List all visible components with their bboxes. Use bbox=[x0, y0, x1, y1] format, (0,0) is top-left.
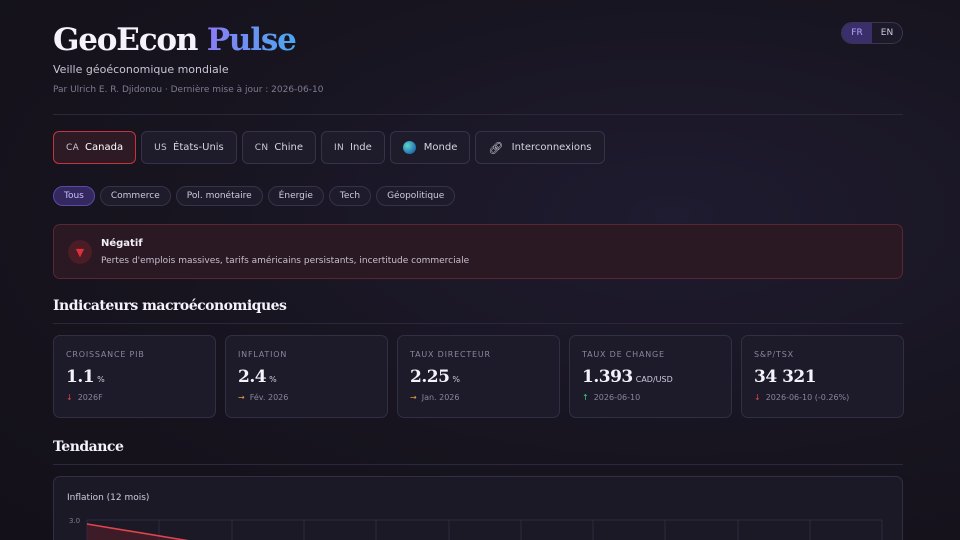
brand-logo: GeoEcon Pulse bbox=[53, 22, 297, 58]
kpi-card-taux-directeur: TAUX DIRECTEUR 2.25% → Jan. 2026 bbox=[397, 335, 560, 418]
lang-en-button[interactable]: EN bbox=[872, 23, 902, 43]
sentiment-banner: ▼ Négatif Pertes d'emplois massives, tar… bbox=[53, 224, 903, 279]
chart-grid bbox=[86, 519, 883, 540]
filter-tech[interactable]: Tech bbox=[328, 186, 372, 206]
kpi-note: 2026-06-10 bbox=[593, 393, 641, 402]
kpi-value: 1.393 bbox=[582, 367, 633, 387]
divider bbox=[53, 323, 903, 324]
link-icon: 🔗︎ bbox=[488, 140, 504, 155]
kpi-card-sp-tsx: S&P/TSX 34 321 ↓ 2026-06-10 (-0.26%) bbox=[741, 335, 904, 418]
byline: Par Ulrich E. R. Djidonou · Dernière mis… bbox=[53, 85, 324, 95]
kpi-note: Fév. 2026 bbox=[249, 393, 289, 402]
tab-inde[interactable]: IN Inde bbox=[321, 131, 385, 164]
triangle-down-icon: ▼ bbox=[68, 240, 92, 264]
inflation-chart: 3.0 bbox=[69, 517, 883, 540]
flag-ca-icon: CA bbox=[66, 142, 80, 153]
filter-geopolitique[interactable]: Géopolitique bbox=[376, 186, 456, 206]
kpi-card-taux-de-change: TAUX DE CHANGE 1.393 CAD/USD ↑ 2026-06-10 bbox=[569, 335, 732, 418]
tab-etats-unis[interactable]: US États-Unis bbox=[141, 131, 237, 164]
tab-label: Inde bbox=[350, 142, 372, 153]
arrow-down-icon: ↓ bbox=[754, 393, 761, 402]
brand-accent: Pulse bbox=[206, 22, 297, 58]
filter-commerce[interactable]: Commerce bbox=[99, 186, 171, 206]
tab-interconnexions[interactable]: 🔗︎ Interconnexions bbox=[475, 131, 605, 164]
kpi-unit: % bbox=[452, 375, 461, 384]
tagline: Veille géoéconomique mondiale bbox=[53, 63, 229, 76]
kpi-value: 34 321 bbox=[754, 367, 817, 387]
kpi-unit: % bbox=[269, 375, 277, 384]
kpi-value: 2.25 bbox=[410, 367, 450, 387]
kpi-label: TAUX DIRECTEUR bbox=[410, 350, 491, 359]
category-filters: Tous Commerce Pol. monétaire Énergie Tec… bbox=[53, 186, 456, 206]
tab-label: Canada bbox=[85, 142, 124, 153]
flag-us-icon: US bbox=[154, 142, 168, 153]
kpi-note: 2026-06-10 (-0.26%) bbox=[765, 393, 850, 402]
arrow-right-icon: → bbox=[410, 393, 417, 402]
tab-label: Chine bbox=[274, 142, 303, 153]
filter-tous[interactable]: Tous bbox=[53, 186, 95, 206]
section-title-macro: Indicateurs macroéconomiques bbox=[53, 298, 287, 314]
sentiment-title: Négatif bbox=[101, 238, 143, 249]
kpi-value: 2.4 bbox=[238, 367, 267, 387]
filter-energie[interactable]: Énergie bbox=[267, 186, 324, 206]
brand-main: GeoEcon bbox=[53, 22, 198, 58]
tab-monde[interactable]: Monde bbox=[389, 131, 471, 164]
globe-icon bbox=[402, 141, 416, 154]
arrow-right-icon: → bbox=[238, 393, 245, 402]
kpi-note: Jan. 2026 bbox=[421, 393, 460, 402]
section-title-trend: Tendance bbox=[53, 439, 124, 455]
kpi-value: 1.1 bbox=[66, 367, 95, 387]
kpi-label: CROISSANCE PIB bbox=[66, 350, 145, 359]
arrow-up-icon: ↑ bbox=[582, 393, 589, 402]
filter-pol-monetaire[interactable]: Pol. monétaire bbox=[175, 186, 263, 206]
country-tabs: CA Canada US États-Unis CN Chine IN Inde… bbox=[53, 131, 605, 164]
arrow-down-icon: ↓ bbox=[66, 393, 73, 402]
tab-chine[interactable]: CN Chine bbox=[241, 131, 316, 164]
tab-label: États-Unis bbox=[173, 142, 224, 153]
kpi-unit: CAD/USD bbox=[635, 375, 673, 384]
inflation-chart-card: Inflation (12 mois) 3.0 bbox=[53, 476, 903, 540]
tab-label: Interconnexions bbox=[511, 142, 592, 153]
kpi-card-inflation: INFLATION 2.4% → Fév. 2026 bbox=[225, 335, 388, 418]
kpi-unit: % bbox=[97, 375, 105, 384]
kpi-card-croissance-pib: CROISSANCE PIB 1.1% ↓ 2026F bbox=[53, 335, 216, 418]
language-toggle: FR EN bbox=[841, 22, 903, 44]
divider bbox=[53, 114, 903, 115]
flag-in-icon: IN bbox=[334, 142, 344, 153]
tab-canada[interactable]: CA Canada bbox=[53, 131, 137, 164]
kpi-label: S&P/TSX bbox=[754, 350, 794, 359]
lang-fr-button[interactable]: FR bbox=[842, 23, 872, 43]
kpi-grid: CROISSANCE PIB 1.1% ↓ 2026F INFLATION 2.4… bbox=[53, 335, 904, 418]
kpi-label: TAUX DE CHANGE bbox=[582, 350, 665, 359]
y-tick-label: 3.0 bbox=[69, 517, 80, 525]
divider bbox=[53, 464, 903, 465]
kpi-label: INFLATION bbox=[238, 350, 288, 359]
kpi-note: 2026F bbox=[77, 393, 103, 402]
tab-label: Monde bbox=[423, 142, 458, 153]
flag-cn-icon: CN bbox=[254, 142, 269, 153]
sentiment-description: Pertes d'emplois massives, tarifs améric… bbox=[101, 256, 470, 266]
